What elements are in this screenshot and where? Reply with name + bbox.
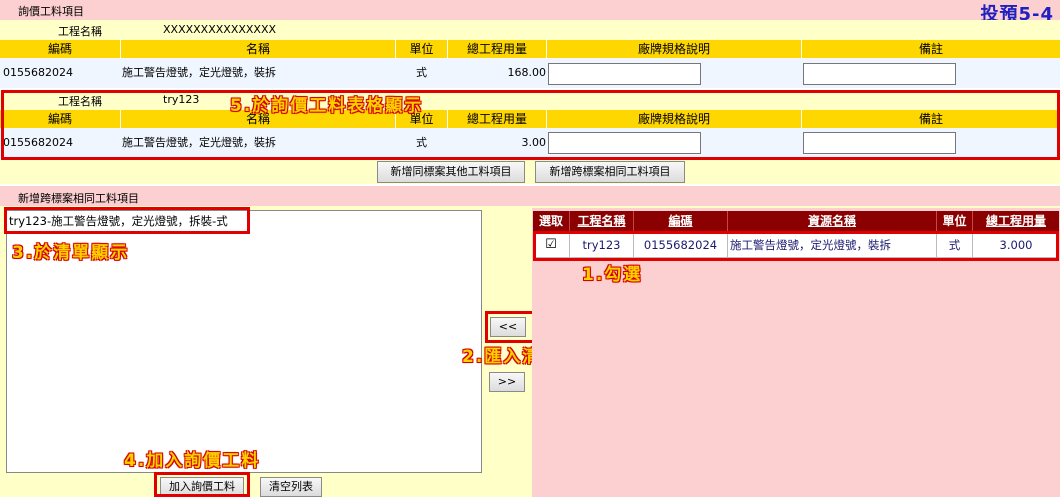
row-qty: 3.000 — [999, 238, 1033, 252]
col-spec: 廠牌規格說明 — [547, 40, 802, 58]
project-name-row: 工程名稱 try123 — [0, 91, 1060, 110]
row-unit: 式 — [416, 136, 427, 149]
row-code: 0155682024 — [634, 232, 728, 258]
col-unit: 單位 — [937, 211, 973, 231]
clear-list-button[interactable]: 清空列表 — [260, 477, 322, 497]
list-item[interactable]: try123-施工警告燈號，定光燈號，拆裝-式 — [9, 213, 228, 229]
section-title-bar: 詢價工料項目 投預5-4 — [0, 0, 1060, 25]
move-right-button[interactable]: >> — [489, 372, 525, 392]
table-row: 0155682024 施工警告燈號，定光燈號，裝拆 式 3.00 — [0, 128, 1060, 158]
project-name-row: 工程名稱 XXXXXXXXXXXXXXX — [0, 20, 1060, 40]
annotation-4: 4.加入詢價工料 — [124, 451, 261, 471]
col-code[interactable]: 編碼 — [634, 211, 728, 231]
row-checkbox[interactable]: ☑ — [533, 232, 570, 258]
move-left-button[interactable]: << — [490, 317, 526, 337]
remark-input[interactable] — [803, 132, 956, 154]
cross-section-title-bar: 新增跨標案相同工料項目 — [0, 186, 1060, 206]
row-name: 施工警告燈號，定光燈號，裝拆 — [122, 136, 276, 149]
col-name: 名稱 — [121, 40, 396, 58]
row-unit: 式 — [416, 66, 427, 79]
col-select: 選取 — [533, 211, 570, 231]
row-name: 施工警告燈號，定光燈號，裝拆 — [122, 66, 276, 79]
annotation-5: 5.於詢價工料表格顯示 — [230, 96, 424, 116]
row-unit: 式 — [937, 232, 973, 258]
add-same-tender-button[interactable]: 新增同標案其他工料項目 — [377, 161, 525, 183]
table-row: 0155682024 施工警告燈號，定光燈號，裝拆 式 168.00 — [0, 58, 1060, 88]
col-code: 編碼 — [0, 40, 121, 58]
col-project[interactable]: 工程名稱 — [570, 211, 634, 231]
project-name: try123 — [163, 93, 200, 106]
cross-section-title: 新增跨標案相同工料項目 — [18, 192, 139, 205]
project-label: 工程名稱 — [58, 25, 102, 38]
col-qty: 總工程用量 — [448, 110, 547, 128]
annotation-3: 3.於清單顯示 — [12, 243, 130, 263]
col-code: 編碼 — [0, 110, 121, 128]
row-qty: 3.00 — [521, 136, 547, 149]
results-row: ☑ try123 0155682024 施工警告燈號，定光燈號，裝拆 式 3.0… — [533, 232, 1059, 258]
row-project: try123 — [570, 232, 634, 258]
row-resource: 施工警告燈號，定光燈號，裝拆 — [728, 232, 937, 258]
col-resource[interactable]: 資源名稱 — [728, 211, 937, 231]
table-header: 編碼 名稱 單位 總工程用量 廠牌規格說明 備註 — [0, 110, 1060, 128]
spec-input[interactable] — [548, 63, 701, 85]
spec-input[interactable] — [548, 132, 701, 154]
row-qty: 168.00 — [507, 66, 547, 79]
add-cross-tender-button[interactable]: 新增跨標案相同工料項目 — [535, 161, 685, 183]
project-label: 工程名稱 — [58, 95, 102, 108]
table-header: 編碼 名稱 單位 總工程用量 廠牌規格說明 備註 — [0, 40, 1060, 58]
col-qty[interactable]: 總工程用量 — [973, 211, 1059, 231]
row-code: 0155682024 — [3, 66, 73, 79]
add-inquiry-button[interactable]: 加入詢價工料 — [160, 477, 244, 497]
results-table-header: 選取 工程名稱 編碼 資源名稱 單位 總工程用量 — [533, 211, 1059, 232]
project-name: XXXXXXXXXXXXXXX — [163, 23, 277, 36]
action-bar — [0, 160, 1060, 184]
row-code: 0155682024 — [3, 136, 73, 149]
col-remark: 備註 — [918, 112, 943, 126]
section-title: 詢價工料項目 — [18, 5, 84, 18]
col-unit: 單位 — [396, 40, 448, 58]
remark-input[interactable] — [803, 63, 956, 85]
col-qty: 總工程用量 — [448, 40, 547, 58]
col-remark: 備註 — [918, 42, 943, 56]
col-spec: 廠牌規格說明 — [547, 110, 802, 128]
annotation-1: 1.勾選 — [582, 265, 643, 285]
